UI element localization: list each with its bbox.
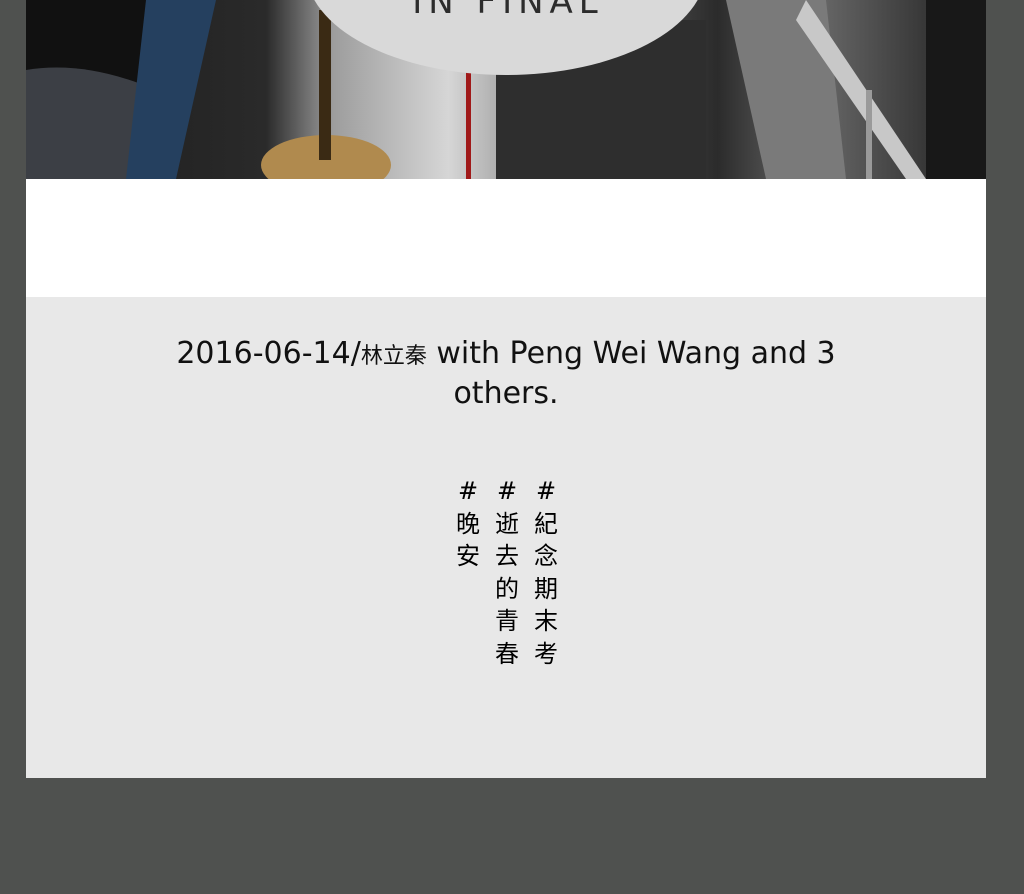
post-photo[interactable]: IN FINAL — [26, 0, 986, 179]
hashtag-goodnight[interactable]: #晚安 — [454, 475, 482, 670]
post-separator: / — [350, 336, 361, 371]
hashtag-lost-youth[interactable]: #逝去的青春 — [493, 475, 521, 670]
hashtag-final-exams[interactable]: #紀念期末考 — [532, 475, 560, 670]
post-with-text[interactable]: with Peng Wei Wang and 3 others. — [427, 336, 835, 411]
post-author-link[interactable]: 林立秦 — [361, 344, 427, 369]
post-body: 2016-06-14/林立秦 with Peng Wei Wang and 3 … — [26, 297, 986, 778]
hashtag-list: #晚安 #逝去的青春 #紀念期末考 — [454, 475, 560, 670]
photo-illustration — [26, 0, 986, 179]
post-container: IN FINAL 2016-06-14/林立秦 with Peng Wei Wa… — [26, 0, 986, 778]
photo-caption-text: IN FINAL — [412, 0, 604, 22]
post-date: 2016-06-14 — [176, 336, 351, 371]
post-title: 2016-06-14/林立秦 with Peng Wei Wang and 3 … — [136, 335, 876, 412]
